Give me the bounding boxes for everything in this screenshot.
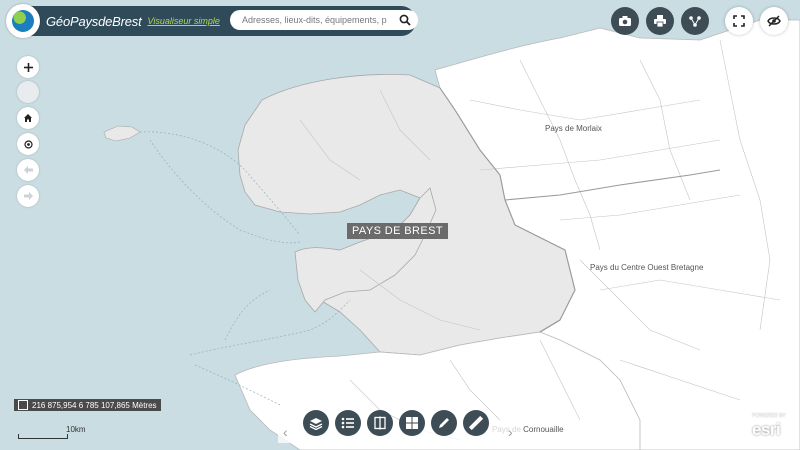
visualiseur-simple-link[interactable]: Visualiseur simple: [147, 16, 219, 26]
zoom-out-button[interactable]: [17, 81, 39, 103]
hide-icon: [767, 15, 781, 27]
coordinates-display: 216 875,954 6 785 107,865 Mètres: [14, 399, 161, 411]
hide-interface-button[interactable]: [760, 7, 788, 35]
home-button[interactable]: [17, 107, 39, 129]
print-icon: [654, 15, 666, 28]
next-extent-button[interactable]: [17, 185, 39, 207]
camera-icon: [619, 16, 631, 26]
layers-button[interactable]: [303, 410, 329, 436]
previous-extent-button[interactable]: [17, 159, 39, 181]
toolbar-prev-arrow[interactable]: ‹: [283, 424, 288, 440]
locate-icon: [23, 139, 33, 149]
fullscreen-button[interactable]: [725, 7, 753, 35]
arrow-left-icon: [23, 166, 33, 174]
measure-button[interactable]: [463, 410, 489, 436]
share-icon: [689, 16, 701, 27]
app-logo[interactable]: [6, 4, 40, 38]
share-button[interactable]: [681, 7, 709, 35]
app-header: GéoPaysdeBrest Visualiseur simple: [6, 4, 418, 38]
grid-icon: [406, 417, 418, 429]
legend-button[interactable]: [335, 410, 361, 436]
search-icon: [399, 14, 411, 26]
compare-icon: [374, 416, 386, 430]
search-button[interactable]: [396, 11, 414, 29]
label-pays-centre-ouest-bretagne: Pays du Centre Ouest Bretagne: [590, 263, 704, 272]
layers-icon: [309, 417, 323, 430]
draw-button[interactable]: [431, 410, 457, 436]
esri-logo[interactable]: esri: [752, 420, 781, 440]
print-button[interactable]: [646, 7, 674, 35]
crosshair-icon: [18, 400, 28, 410]
home-icon: [24, 114, 32, 122]
app-title: GéoPaysdeBrest: [46, 13, 142, 29]
zoom-in-button[interactable]: [17, 56, 39, 78]
draw-icon: [439, 418, 449, 428]
label-pays-de-morlaix: Pays de Morlaix: [545, 124, 602, 133]
plus-icon: [23, 62, 33, 72]
scale-label: 10km: [66, 425, 86, 434]
search-input[interactable]: [240, 14, 394, 26]
grid-button[interactable]: [399, 410, 425, 436]
toolbar-next-arrow[interactable]: ›: [508, 424, 513, 440]
globe-icon: [12, 10, 34, 32]
fullscreen-icon: [733, 15, 745, 27]
scale-bar: [18, 434, 68, 439]
powered-by-text: POWERED BY: [752, 413, 786, 419]
locate-button[interactable]: [17, 133, 39, 155]
screenshot-button[interactable]: [611, 7, 639, 35]
coordinates-text: 216 875,954 6 785 107,865 Mètres: [32, 400, 157, 410]
legend-icon: [341, 417, 354, 429]
search-box: [230, 10, 418, 30]
measure-icon: [469, 416, 483, 430]
arrow-right-icon: [23, 192, 33, 200]
label-pays-de-brest: PAYS DE BREST: [347, 223, 448, 239]
compare-button[interactable]: [367, 410, 393, 436]
